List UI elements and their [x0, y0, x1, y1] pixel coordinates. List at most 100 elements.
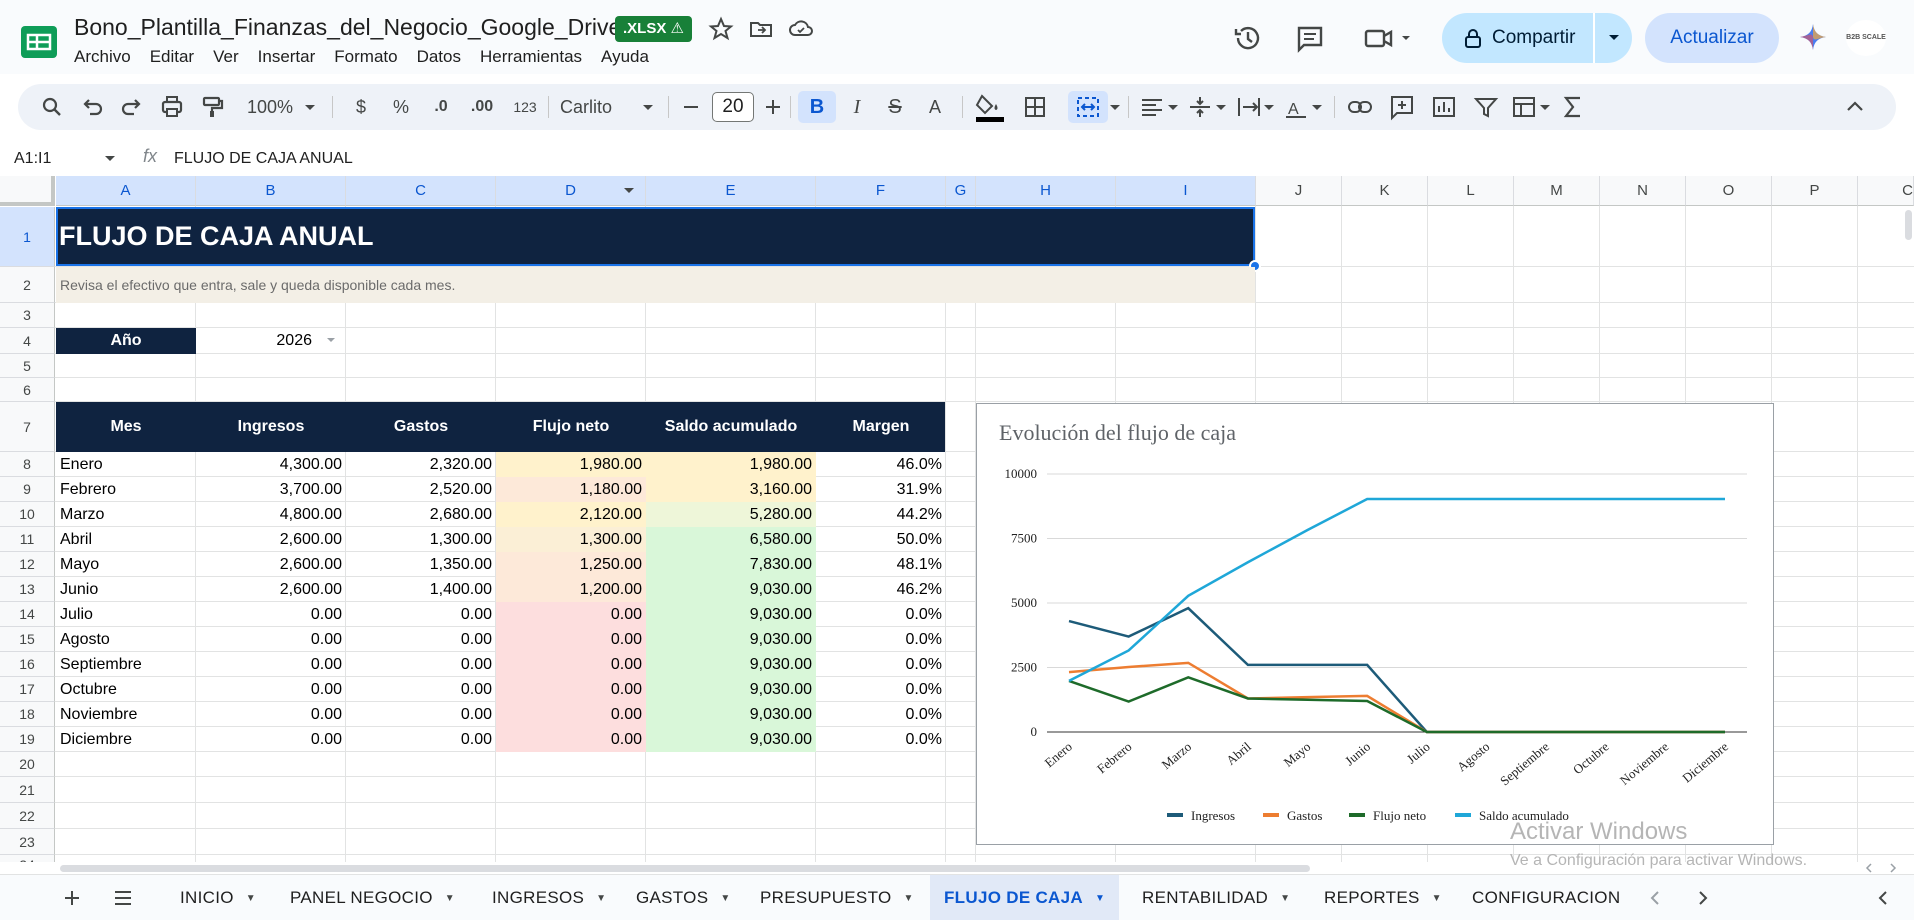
strikethrough-button[interactable]: S: [878, 84, 912, 130]
side-panel-toggle-icon[interactable]: [1876, 890, 1890, 906]
row-header[interactable]: 7: [0, 402, 55, 452]
year-value[interactable]: 2026: [196, 328, 316, 354]
sheet-tab-panel-negocio[interactable]: PANEL NEGOCIO ▼: [276, 875, 469, 920]
cell-gastos[interactable]: 1,400.00: [346, 577, 496, 602]
cell-margen[interactable]: 48.1%: [816, 552, 946, 577]
functions-sigma-icon[interactable]: [1556, 84, 1592, 130]
select-all-corner[interactable]: [0, 176, 55, 206]
column-header-j[interactable]: J: [1256, 176, 1342, 206]
row-header[interactable]: 10: [0, 502, 55, 527]
chevron-down-icon[interactable]: [104, 154, 116, 164]
cell-saldo-acumulado[interactable]: 1,980.00: [646, 452, 816, 477]
row-header[interactable]: 20: [0, 752, 55, 777]
cell-flujo-neto[interactable]: 0.00: [496, 677, 646, 702]
cell-flujo-neto[interactable]: 1,980.00: [496, 452, 646, 477]
cell-mes[interactable]: Diciembre: [56, 727, 196, 752]
cell-mes[interactable]: Enero: [56, 452, 196, 477]
cell-mes[interactable]: Abril: [56, 527, 196, 552]
row-header[interactable]: 6: [0, 378, 55, 402]
row-header[interactable]: 18: [0, 702, 55, 727]
vertical-align-icon[interactable]: [1182, 84, 1232, 130]
menu-item-ver[interactable]: Ver: [213, 47, 239, 67]
sheet-tab-menu-icon[interactable]: ▼: [1280, 893, 1290, 904]
menu-item-formato[interactable]: Formato: [334, 47, 397, 67]
series-line-flujo-neto[interactable]: [1068, 675, 1725, 734]
cell-ingresos[interactable]: 3,700.00: [196, 477, 346, 502]
cell-margen[interactable]: 0.0%: [816, 727, 946, 752]
cell-gastos[interactable]: 0.00: [346, 602, 496, 627]
cell-flujo-neto[interactable]: 0.00: [496, 727, 646, 752]
filter-icon[interactable]: [1468, 84, 1504, 130]
row-header[interactable]: 4: [0, 328, 55, 354]
menu-item-editar[interactable]: Editar: [150, 47, 194, 67]
cell-saldo-acumulado[interactable]: 7,830.00: [646, 552, 816, 577]
column-header-f[interactable]: F: [816, 176, 946, 206]
cell-mes[interactable]: Julio: [56, 602, 196, 627]
row-header[interactable]: 22: [0, 803, 55, 829]
cell-saldo-acumulado[interactable]: 9,030.00: [646, 677, 816, 702]
cell-margen[interactable]: 0.0%: [816, 702, 946, 727]
search-menus-icon[interactable]: [36, 84, 68, 130]
cell-margen[interactable]: 0.0%: [816, 602, 946, 627]
horizontal-scrollbar-thumb[interactable]: [60, 865, 1310, 872]
cell-margen[interactable]: 0.0%: [816, 677, 946, 702]
redo-icon[interactable]: [116, 84, 148, 130]
cell-mes[interactable]: Septiembre: [56, 652, 196, 677]
cash-flow-chart[interactable]: Evolución del flujo de caja 0 2500 5000 750…: [976, 403, 1774, 845]
row-header[interactable]: 17: [0, 677, 55, 702]
cell-mes[interactable]: Junio: [56, 577, 196, 602]
cell-mes[interactable]: Mayo: [56, 552, 196, 577]
row-header[interactable]: 8: [0, 452, 55, 477]
sheet-tab-gastos[interactable]: GASTOS ▼: [622, 875, 745, 920]
column-header-o[interactable]: O: [1686, 176, 1772, 206]
row-header[interactable]: 14: [0, 602, 55, 627]
row-header[interactable]: 2: [0, 267, 55, 303]
column-header-d[interactable]: D: [496, 176, 646, 206]
column-header-a[interactable]: A: [56, 176, 196, 206]
move-folder-icon[interactable]: [746, 14, 776, 44]
cell-gastos[interactable]: 0.00: [346, 677, 496, 702]
gemini-icon[interactable]: [1798, 22, 1828, 52]
cell-flujo-neto[interactable]: 0.00: [496, 627, 646, 652]
cell-saldo-acumulado[interactable]: 9,030.00: [646, 602, 816, 627]
chevron-down-icon[interactable]: [302, 84, 318, 130]
cell-ingresos[interactable]: 0.00: [196, 627, 346, 652]
sheet-tab-presupuesto[interactable]: PRESUPUESTO ▼: [746, 875, 928, 920]
sheet-tab-menu-icon[interactable]: ▼: [903, 893, 913, 904]
row-header[interactable]: 12: [0, 552, 55, 577]
insert-chart-icon[interactable]: [1426, 84, 1462, 130]
text-wrapping-icon[interactable]: [1230, 84, 1280, 130]
column-header-k[interactable]: K: [1342, 176, 1428, 206]
cell-margen[interactable]: 46.0%: [816, 452, 946, 477]
sheets-logo-icon[interactable]: [20, 25, 58, 59]
column-header-q[interactable]: C: [1858, 176, 1914, 206]
insert-link-icon[interactable]: [1342, 84, 1378, 130]
cell-gastos[interactable]: 2,320.00: [346, 452, 496, 477]
cell-ingresos[interactable]: 2,600.00: [196, 527, 346, 552]
column-header-g[interactable]: G: [946, 176, 976, 206]
text-rotation-icon[interactable]: A: [1278, 84, 1328, 130]
comments-icon[interactable]: [1292, 20, 1328, 56]
sheet-tab-menu-icon[interactable]: ▼: [1432, 893, 1442, 904]
paint-format-icon[interactable]: [196, 84, 228, 130]
sheet-tab-inicio[interactable]: INICIO ▼: [166, 875, 270, 920]
cell-mes[interactable]: Agosto: [56, 627, 196, 652]
decrease-font-size-icon[interactable]: [678, 84, 704, 130]
cell-gastos[interactable]: 0.00: [346, 727, 496, 752]
sheet-tab-reportes[interactable]: REPORTES ▼: [1310, 875, 1456, 920]
update-button[interactable]: Actualizar: [1645, 13, 1779, 63]
font-size-input[interactable]: 20: [712, 92, 754, 122]
cell-flujo-neto[interactable]: 2,120.00: [496, 502, 646, 527]
cell-flujo-neto[interactable]: 0.00: [496, 652, 646, 677]
star-icon[interactable]: [706, 14, 736, 44]
print-icon[interactable]: [156, 84, 188, 130]
cell-flujo-neto[interactable]: 0.00: [496, 702, 646, 727]
text-color-button[interactable]: A: [918, 84, 952, 130]
cell-saldo-acumulado[interactable]: 9,030.00: [646, 652, 816, 677]
document-title[interactable]: Bono_Plantilla_Finanzas_del_Negocio_Goog…: [74, 14, 621, 41]
row-header[interactable]: 11: [0, 527, 55, 552]
cell-margen[interactable]: 44.2%: [816, 502, 946, 527]
column-header-e[interactable]: E: [646, 176, 816, 206]
insert-comment-icon[interactable]: [1384, 84, 1420, 130]
cell-margen[interactable]: 50.0%: [816, 527, 946, 552]
